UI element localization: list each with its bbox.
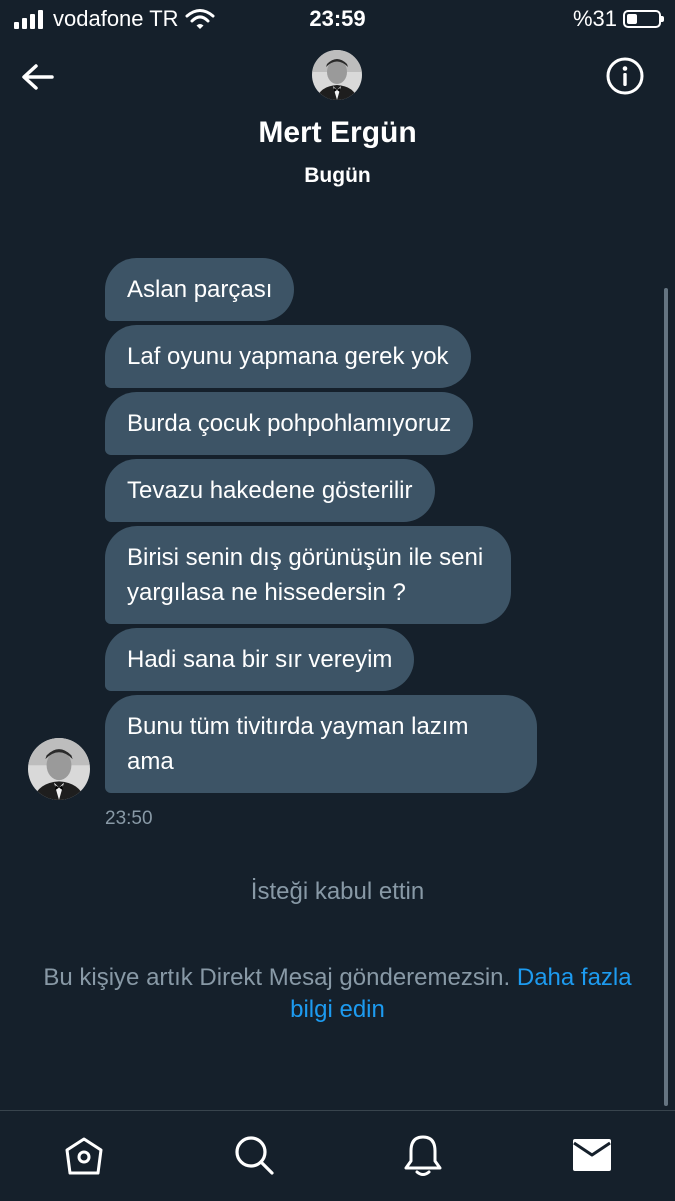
avatar[interactable]	[312, 50, 362, 100]
message-bubble[interactable]: Hadi sana bir sır vereyim	[105, 628, 415, 691]
tab-notifications[interactable]	[401, 1133, 445, 1177]
message-bubble[interactable]: Tevazu hakedene gösterilir	[105, 459, 435, 522]
contact-name: Mert Ergün	[258, 116, 417, 149]
bottom-tab-bar	[0, 1110, 675, 1201]
message-list: Aslan parçası Laf oyunu yapmana gerek yo…	[105, 258, 585, 797]
battery-icon	[623, 10, 664, 28]
message-bubble[interactable]: Birisi senin dış görünüşün ile seni yarg…	[105, 526, 511, 624]
messages-icon	[573, 1139, 611, 1171]
info-icon	[606, 57, 644, 95]
back-button[interactable]	[18, 58, 58, 98]
back-arrow-icon	[22, 64, 54, 90]
home-icon	[65, 1137, 103, 1175]
dm-restriction-text: Bu kişiye artık Direkt Mesaj gönderemezs…	[43, 964, 517, 991]
tab-home[interactable]	[62, 1133, 106, 1177]
day-label: Bugün	[304, 164, 371, 187]
dm-restriction-note: Bu kişiye artık Direkt Mesaj gönderemezs…	[30, 962, 645, 1026]
search-icon	[235, 1136, 274, 1175]
message-bubble[interactable]: Bunu tüm tivitırda yayman lazım ama	[105, 695, 537, 793]
scrollbar[interactable]	[664, 288, 668, 1106]
tab-messages[interactable]	[570, 1133, 614, 1177]
conversation-header: Mert Ergün Bugün	[0, 38, 675, 208]
info-button[interactable]	[605, 56, 645, 96]
profile-photo	[312, 50, 362, 100]
message-bubble[interactable]: Burda çocuk pohpohlamıyoruz	[105, 392, 474, 455]
battery-percent: %31	[572, 6, 617, 31]
request-accepted-note: İsteği kabul ettin	[250, 878, 425, 905]
message-bubble[interactable]: Laf oyunu yapmana gerek yok	[105, 325, 471, 388]
status-bar: vodafone TR 23:59 %31	[0, 0, 675, 38]
tab-search[interactable]	[232, 1133, 276, 1177]
message-bubble[interactable]: Aslan parçası	[105, 258, 295, 321]
status-right: %31	[572, 6, 664, 32]
profile-photo	[28, 738, 90, 800]
sender-avatar[interactable]	[28, 738, 90, 800]
notifications-icon	[404, 1135, 442, 1176]
message-timestamp: 23:50	[105, 808, 153, 829]
